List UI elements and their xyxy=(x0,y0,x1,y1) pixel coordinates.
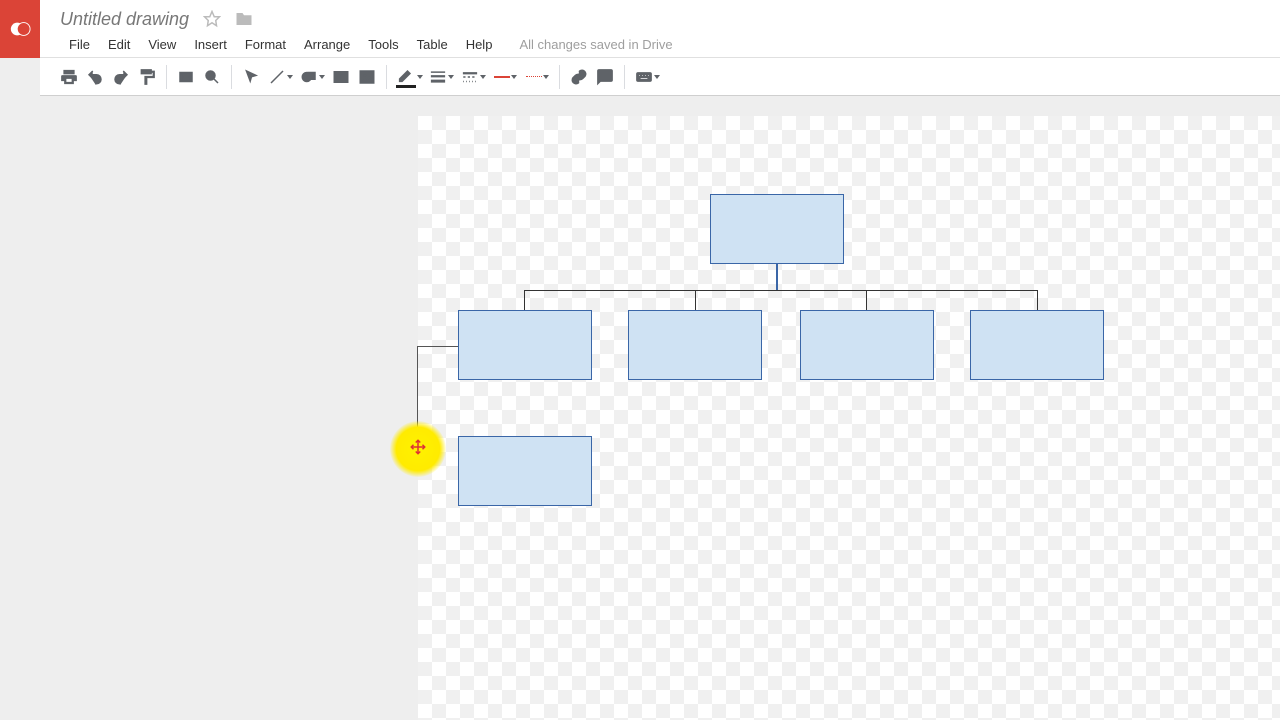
toolbar-separator xyxy=(231,65,232,89)
chevron-down-icon xyxy=(319,75,325,79)
document-title[interactable]: Untitled drawing xyxy=(60,9,189,30)
org-box-top[interactable] xyxy=(710,194,844,264)
zoom-button[interactable] xyxy=(199,64,225,90)
save-status: All changes saved in Drive xyxy=(519,37,672,52)
chevron-down-icon xyxy=(417,75,423,79)
line-tool-button[interactable] xyxy=(264,64,296,90)
input-tools-button[interactable] xyxy=(631,64,663,90)
org-box-r2-c[interactable] xyxy=(800,310,934,380)
folder-icon[interactable] xyxy=(235,10,253,28)
undo-button[interactable] xyxy=(82,64,108,90)
menu-bar: File Edit View Insert Format Arrange Too… xyxy=(60,32,1280,56)
line-color-button[interactable] xyxy=(393,64,425,90)
connector[interactable] xyxy=(866,290,867,310)
connector[interactable] xyxy=(695,290,696,310)
textbox-button[interactable]: T xyxy=(328,64,354,90)
toolbar-separator xyxy=(386,65,387,89)
chevron-down-icon xyxy=(448,75,454,79)
svg-text:T: T xyxy=(338,73,343,82)
line-dash-button[interactable] xyxy=(457,64,489,90)
menu-file[interactable]: File xyxy=(60,37,99,52)
line-end-button[interactable] xyxy=(521,64,553,90)
toolbar-separator xyxy=(166,65,167,89)
line-weight-button[interactable] xyxy=(425,64,457,90)
connector[interactable] xyxy=(524,290,525,310)
toolbar-separator xyxy=(559,65,560,89)
org-box-r2-b[interactable] xyxy=(628,310,762,380)
line-thin-icon xyxy=(526,76,542,77)
chevron-down-icon xyxy=(480,75,486,79)
drawings-logo-icon xyxy=(9,18,31,40)
chevron-down-icon xyxy=(654,75,660,79)
menu-insert[interactable]: Insert xyxy=(185,37,236,52)
connector-drag[interactable] xyxy=(417,346,459,347)
menu-table[interactable]: Table xyxy=(408,37,457,52)
fit-button[interactable] xyxy=(173,64,199,90)
title-row: Untitled drawing xyxy=(60,0,1280,30)
toolbar: T xyxy=(40,58,1280,96)
star-icon[interactable] xyxy=(203,10,221,28)
select-tool-button[interactable] xyxy=(238,64,264,90)
menu-edit[interactable]: Edit xyxy=(99,37,139,52)
chevron-down-icon xyxy=(287,75,293,79)
toolbar-separator xyxy=(624,65,625,89)
connector[interactable] xyxy=(776,264,778,290)
drawing-canvas[interactable] xyxy=(418,116,1280,720)
paint-format-button[interactable] xyxy=(134,64,160,90)
org-box-r3-a[interactable] xyxy=(458,436,592,506)
connector[interactable] xyxy=(524,290,1038,291)
app-home-button[interactable] xyxy=(0,0,40,58)
menu-help[interactable]: Help xyxy=(457,37,502,52)
header: Untitled drawing File Edit View Insert F… xyxy=(40,0,1280,58)
menu-tools[interactable]: Tools xyxy=(359,37,407,52)
redo-button[interactable] xyxy=(108,64,134,90)
menu-view[interactable]: View xyxy=(139,37,185,52)
comment-button[interactable] xyxy=(592,64,618,90)
workspace xyxy=(0,96,1280,720)
org-box-r2-d[interactable] xyxy=(970,310,1104,380)
line-sample-icon xyxy=(494,76,510,78)
org-box-r2-a[interactable] xyxy=(458,310,592,380)
connector[interactable] xyxy=(1037,290,1038,310)
chevron-down-icon xyxy=(511,75,517,79)
print-button[interactable] xyxy=(56,64,82,90)
shape-tool-button[interactable] xyxy=(296,64,328,90)
image-button[interactable] xyxy=(354,64,380,90)
menu-format[interactable]: Format xyxy=(236,37,295,52)
chevron-down-icon xyxy=(543,75,549,79)
line-start-button[interactable] xyxy=(489,64,521,90)
menu-arrange[interactable]: Arrange xyxy=(295,37,359,52)
connector-drag[interactable] xyxy=(417,346,418,450)
insert-link-button[interactable] xyxy=(566,64,592,90)
